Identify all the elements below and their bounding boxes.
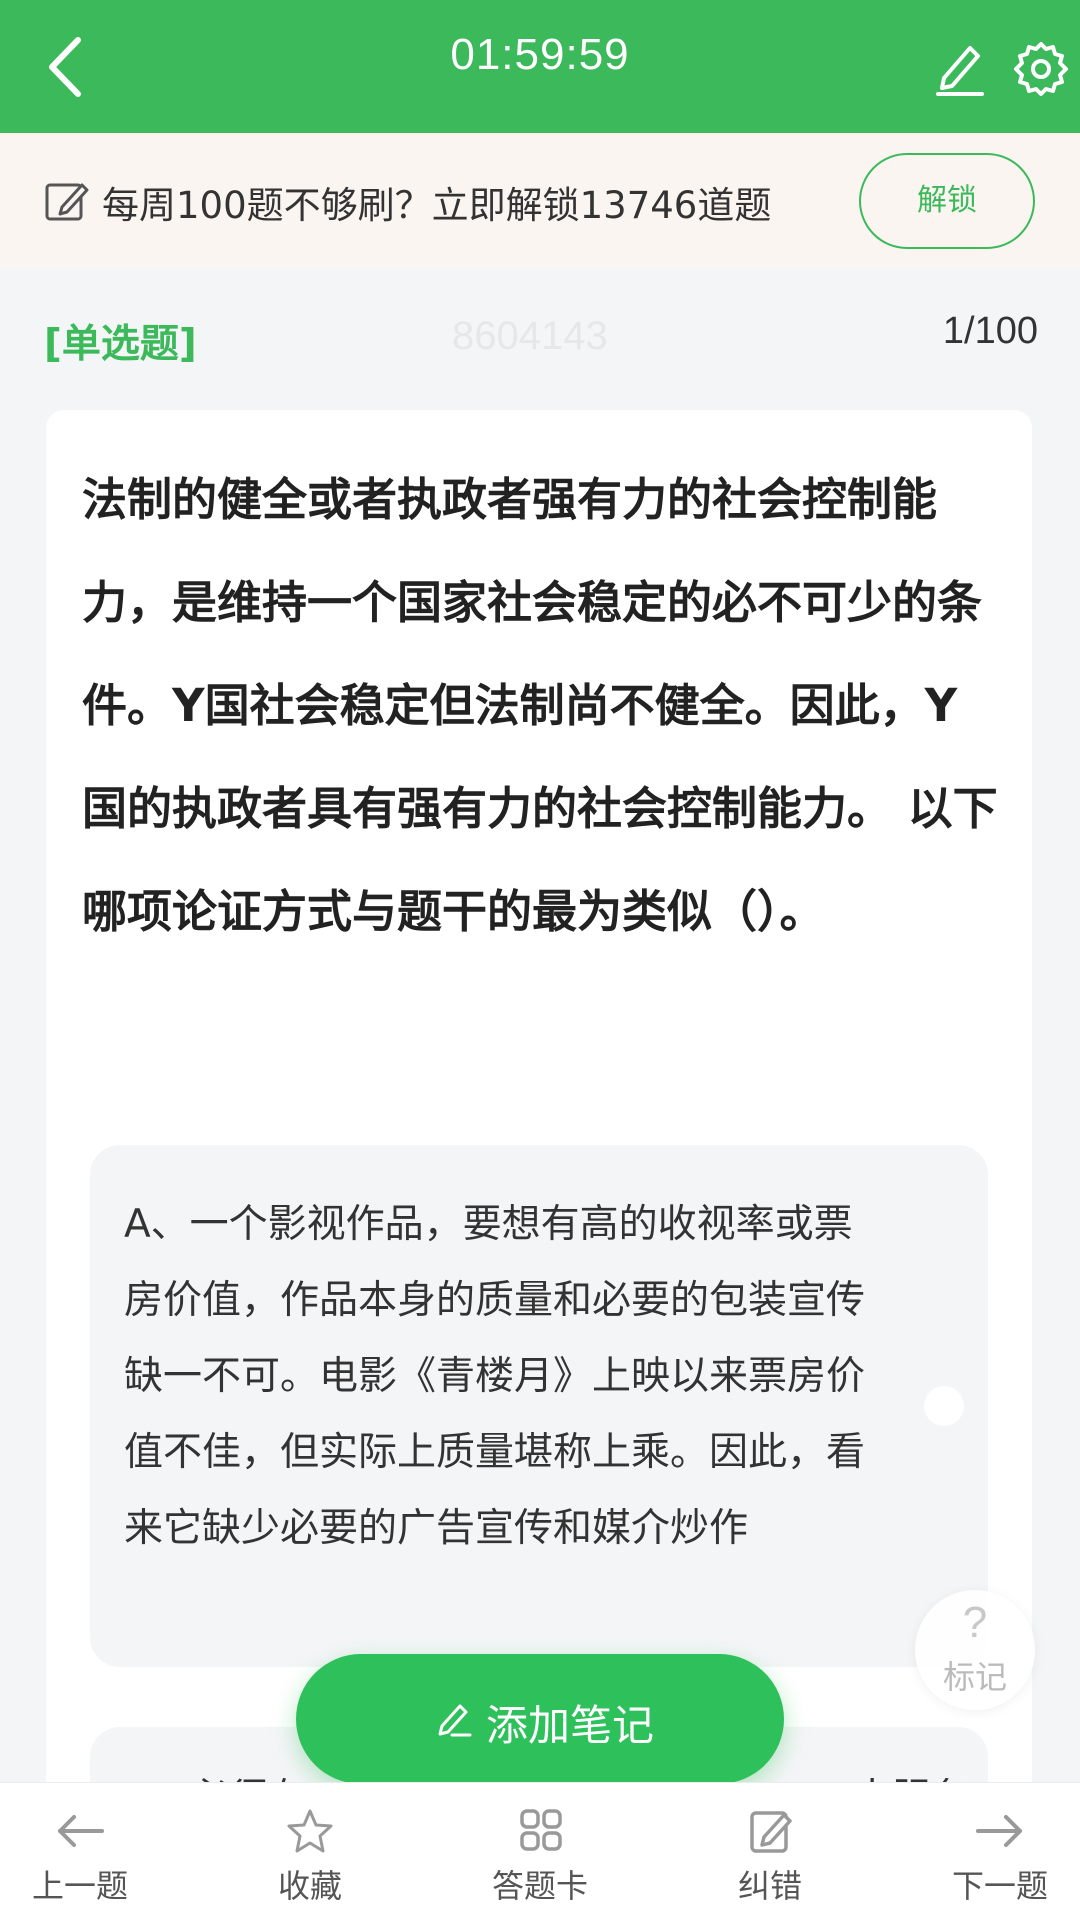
nav-next-label: 下一题 xyxy=(951,1867,1048,1905)
question-stem: 法制的健全或者执政者强有力的社会控制能力，是维持一个国家社会稳定的必不可少的条件… xyxy=(82,473,998,938)
promo-text: 每周100题不够刷？立即解锁13746道题 xyxy=(102,184,772,227)
edit-note-icon xyxy=(45,183,89,221)
star-icon xyxy=(287,1809,333,1853)
nav-favorite[interactable]: 收藏 xyxy=(210,1783,410,1920)
arrow-right-icon xyxy=(976,1815,1022,1847)
add-note-button[interactable]: 添加笔记 xyxy=(296,1654,784,1784)
question-type-label: [单选题] xyxy=(44,322,197,367)
edit-icon xyxy=(750,1811,792,1853)
option-a[interactable]: A、一个影视作品，要想有高的收视率或票房价值，作品本身的质量和必要的包装宣传缺一… xyxy=(90,1145,988,1667)
pencil-icon xyxy=(438,1704,472,1737)
nav-answer-card-label: 答题卡 xyxy=(491,1867,588,1905)
unlock-button[interactable]: 解锁 xyxy=(859,153,1035,249)
nav-prev-label: 上一题 xyxy=(31,1867,128,1905)
grid-icon xyxy=(520,1809,562,1851)
top-bar: 01:59:59 xyxy=(0,0,1080,133)
add-note-label: 添加笔记 xyxy=(486,1701,655,1750)
mark-button[interactable]: ? 标记 xyxy=(915,1590,1035,1710)
edit-button[interactable] xyxy=(932,38,988,98)
nav-report-error[interactable]: 纠错 xyxy=(670,1783,870,1920)
mark-label: 标记 xyxy=(942,1658,1007,1696)
nav-report-error-label: 纠错 xyxy=(737,1867,802,1905)
pencil-icon xyxy=(936,46,984,96)
question-id: 8604143 xyxy=(452,314,608,358)
option-a-text: A、一个影视作品，要想有高的收视率或票房价值，作品本身的质量和必要的包装宣传缺一… xyxy=(124,1202,866,1551)
countdown-timer: 01:59:59 xyxy=(450,30,630,79)
question-progress: 1/100 xyxy=(942,310,1038,352)
promo-banner: 每周100题不够刷？立即解锁13746道题 解锁 xyxy=(0,133,1080,268)
nav-favorite-label: 收藏 xyxy=(277,1867,342,1905)
settings-button[interactable] xyxy=(1012,40,1070,98)
gear-icon xyxy=(1014,42,1068,96)
option-a-radio[interactable] xyxy=(924,1386,964,1426)
nav-prev-question[interactable]: 上一题 xyxy=(0,1783,180,1920)
nav-next-question[interactable]: 下一题 xyxy=(900,1783,1080,1920)
arrow-left-icon xyxy=(58,1815,104,1847)
nav-answer-card[interactable]: 答题卡 xyxy=(440,1783,640,1920)
bottom-nav: 上一题 收藏 答题卡 纠错 下一题 xyxy=(0,1782,1080,1920)
question-mark-icon: ? xyxy=(962,1598,988,1647)
